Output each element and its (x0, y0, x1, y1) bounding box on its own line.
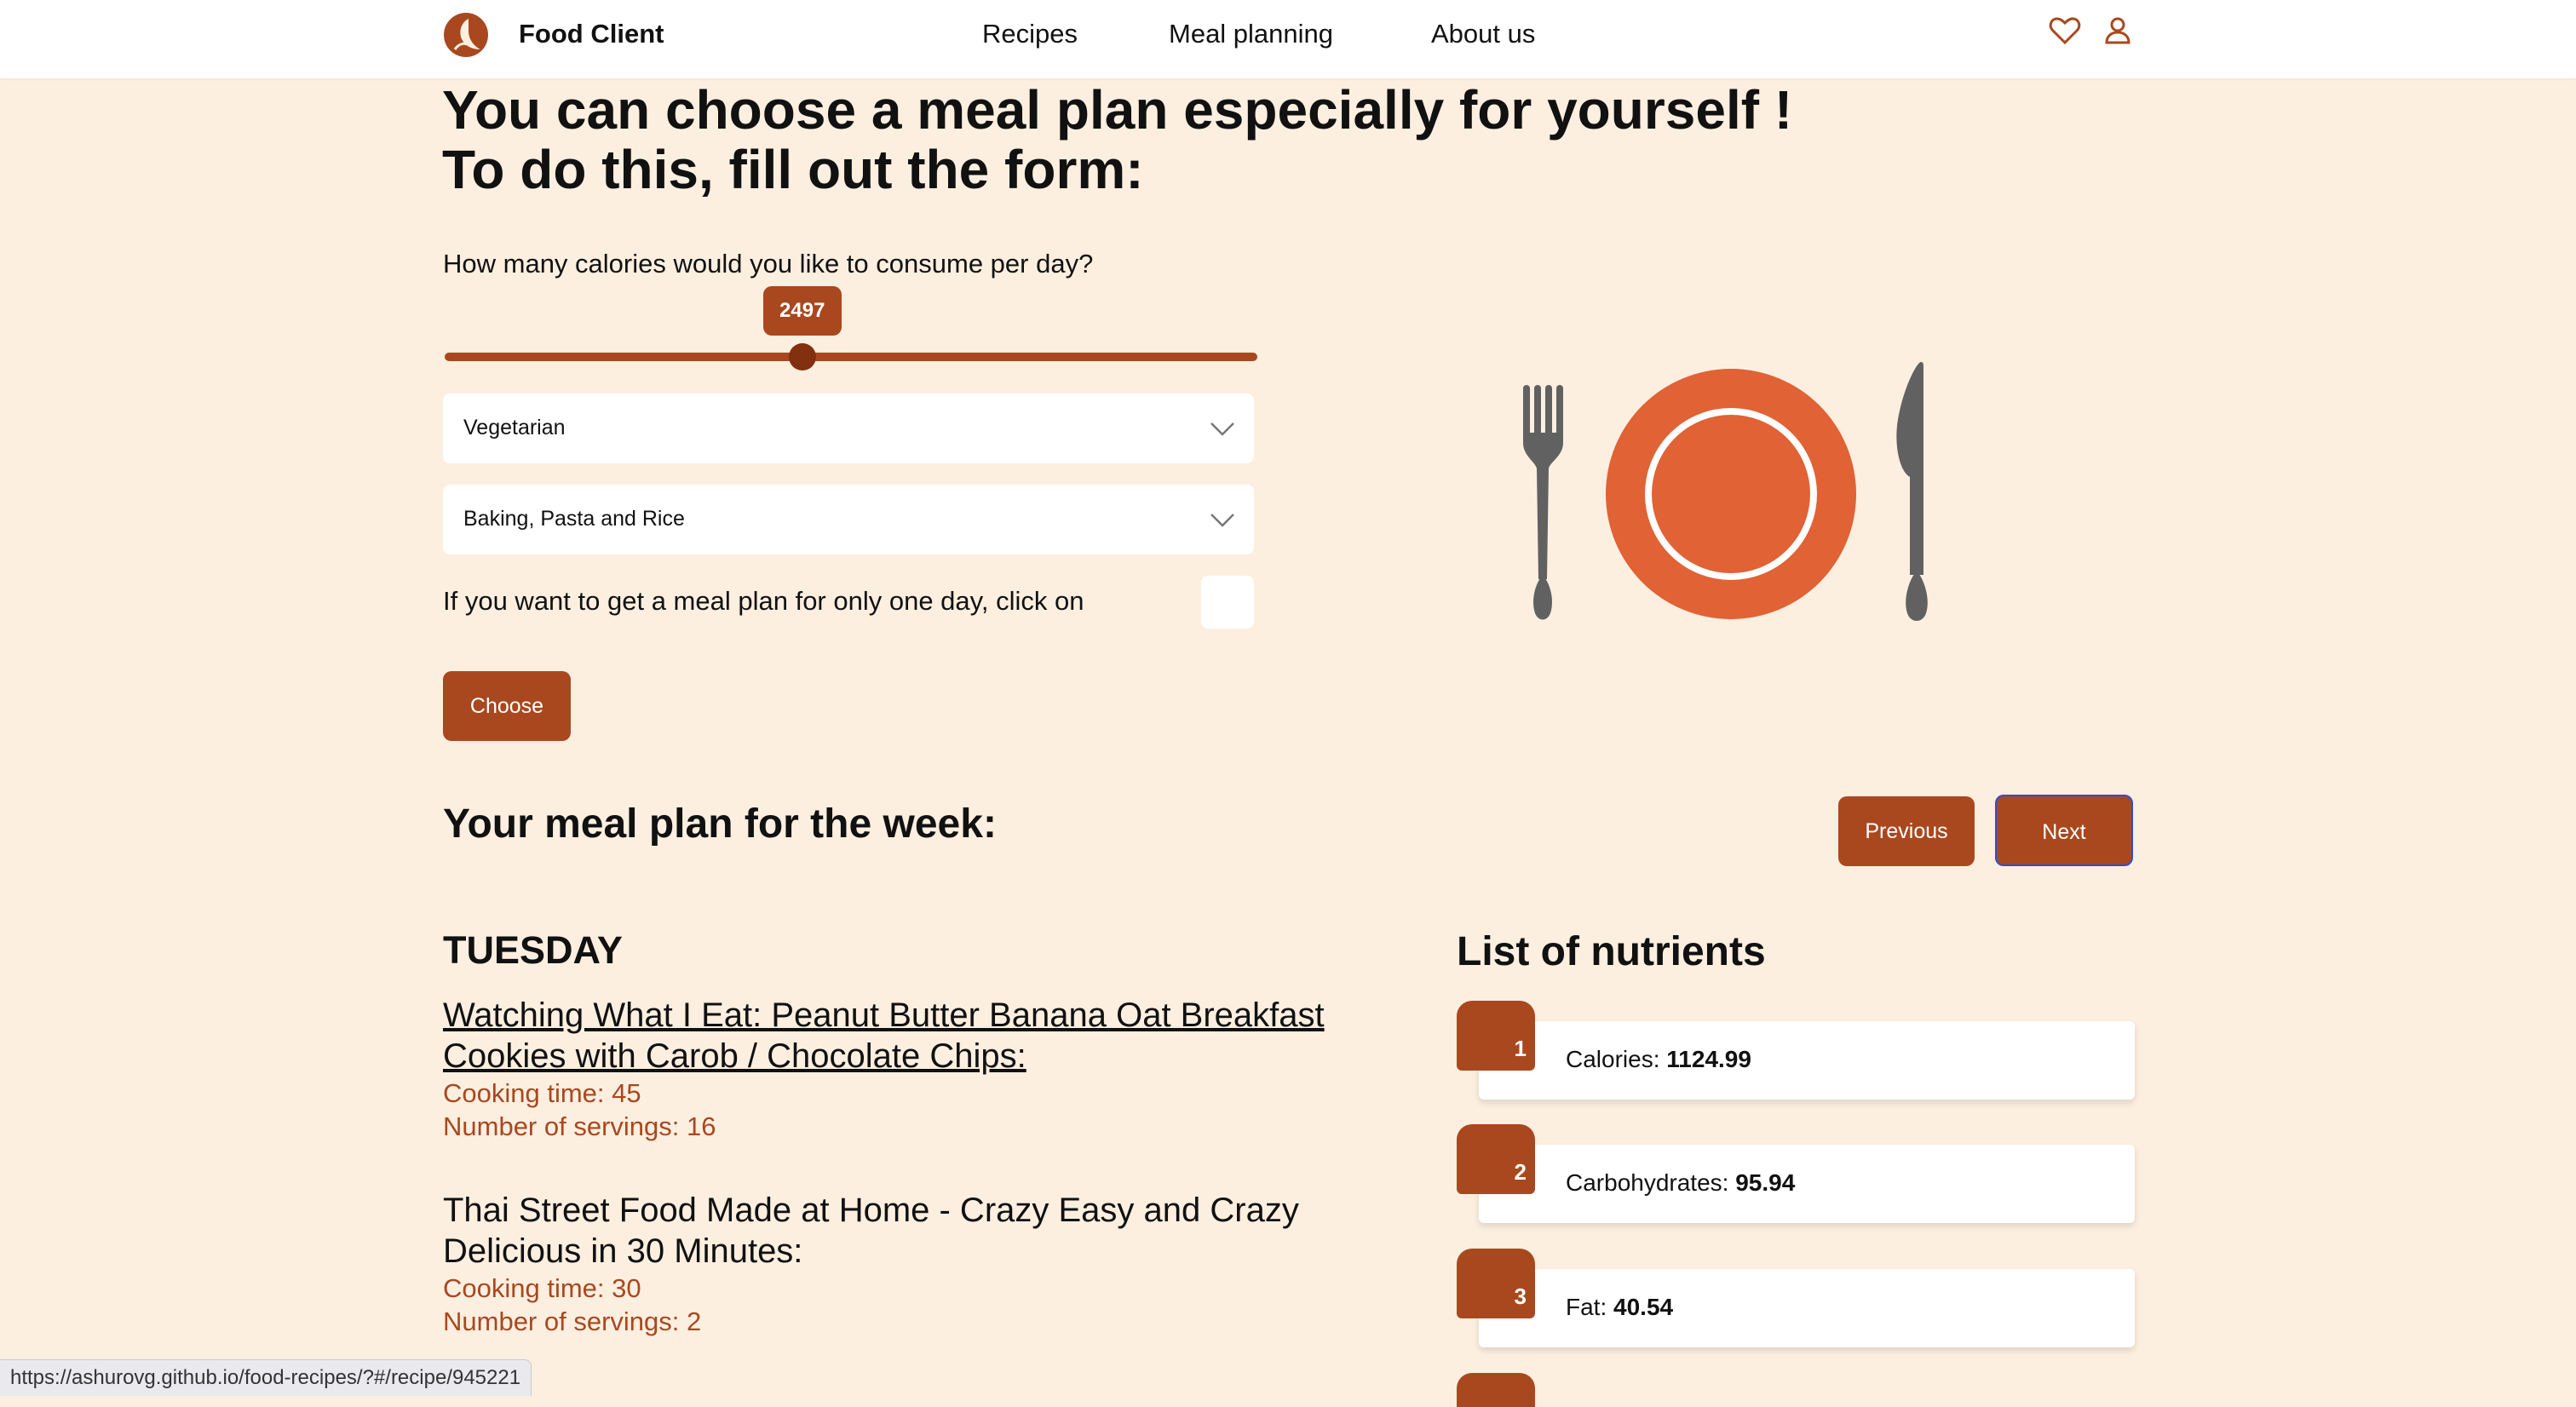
page-title: You can choose a meal plan especially fo… (442, 80, 1805, 199)
recipe-item: Watching What I Eat: Peanut Butter Banan… (443, 995, 1380, 1143)
nutrient-number-badge-partial (1457, 1373, 1535, 1407)
chevron-down-icon (1210, 514, 1234, 527)
diet-select-value: Vegetarian (463, 416, 566, 439)
plate-icon (1606, 369, 1856, 619)
recipe-title[interactable]: Thai Street Food Made at Home - Crazy Ea… (443, 1190, 1380, 1272)
category-select-value: Baking, Pasta and Rice (463, 507, 685, 531)
nav-meal-planning[interactable]: Meal planning (1169, 19, 1333, 49)
previous-button[interactable]: Previous (1838, 796, 1975, 866)
recipe-title-line-2[interactable]: Cookies with Carob / Chocolate Chips: (443, 1037, 1026, 1075)
chevron-down-icon (1210, 422, 1234, 436)
one-day-checkbox[interactable] (1201, 576, 1254, 629)
cooking-time: Cooking time: 30 (443, 1273, 641, 1303)
status-bar-url: https://ashurovg.github.io/food-recipes/… (0, 1359, 532, 1396)
nutrient-text: Calories: 1124.99 (1566, 1046, 1751, 1073)
recipe-title-line-1[interactable]: Thai Street Food Made at Home - Crazy Ea… (443, 1192, 1299, 1229)
nutrient-item: 2 Carbohydrates: 95.94 (1457, 1124, 2136, 1223)
nutrient-value: 40.54 (1613, 1294, 1674, 1320)
recipe-title-line-1[interactable]: Watching What I Eat: Peanut Butter Banan… (443, 996, 1325, 1034)
nav-about-us[interactable]: About us (1431, 19, 1535, 49)
choose-button[interactable]: Choose (443, 671, 571, 741)
servings: Number of servings: 16 (443, 1111, 716, 1141)
recipe-title-link[interactable]: Watching What I Eat: Peanut Butter Banan… (443, 995, 1380, 1077)
cooking-time: Cooking time: 45 (443, 1078, 641, 1108)
nutrient-text: Fat: 40.54 (1566, 1294, 1673, 1321)
heart-icon[interactable] (2048, 14, 2082, 48)
nutrient-text: Carbohydrates: 95.94 (1566, 1169, 1795, 1197)
fork-icon (1523, 385, 1563, 620)
nutrient-item: 1 Calories: 1124.99 (1457, 1001, 2136, 1100)
day-title: TUESDAY (443, 928, 623, 972)
recipe-title-line-2[interactable]: Delicious in 30 Minutes: (443, 1232, 802, 1270)
one-day-label: If you want to get a meal plan for only … (443, 586, 1084, 616)
user-icon[interactable] (2101, 14, 2135, 48)
calories-slider-track[interactable] (445, 353, 1257, 361)
app-logo-icon[interactable] (443, 12, 489, 58)
meal-plan-title: Your meal plan for the week: (443, 801, 997, 847)
nutrient-label: Fat: (1566, 1294, 1607, 1320)
page-title-line-2: To do this, fill out the form: (442, 139, 1144, 200)
diet-select[interactable]: Vegetarian (443, 393, 1254, 463)
nutrient-number: 1 (1514, 1036, 1527, 1061)
app-name[interactable]: Food Client (519, 19, 664, 49)
page-title-line-1: You can choose a meal plan especially fo… (442, 79, 1793, 141)
nutrient-label: Carbohydrates: (1566, 1169, 1729, 1196)
nutrient-label: Calories: (1566, 1046, 1660, 1072)
calories-question: How many calories would you like to cons… (443, 249, 1094, 279)
nutrient-value: 95.94 (1735, 1169, 1796, 1196)
servings: Number of servings: 2 (443, 1306, 702, 1336)
nutrients-title: List of nutrients (1457, 929, 1766, 974)
top-navbar: Food Client Recipes Meal planning About … (0, 0, 2576, 78)
nutrient-number-badge: 1 (1457, 1001, 1535, 1071)
plate-cutlery-illustration (1523, 362, 1928, 621)
nutrient-number-badge: 3 (1457, 1249, 1535, 1318)
nutrient-number: 2 (1514, 1159, 1527, 1185)
calories-slider-thumb[interactable] (788, 343, 816, 370)
nutrient-number-badge: 2 (1457, 1124, 1535, 1194)
calories-value-tooltip: 2497 (762, 286, 842, 336)
nav-recipes[interactable]: Recipes (982, 19, 1078, 49)
nutrient-item: 3 Fat: 40.54 (1457, 1249, 2136, 1347)
nutrient-number: 3 (1514, 1284, 1527, 1309)
category-select[interactable]: Baking, Pasta and Rice (443, 485, 1254, 554)
recipe-item: Thai Street Food Made at Home - Crazy Ea… (443, 1190, 1380, 1338)
knife-icon (1896, 362, 1928, 621)
nutrient-value: 1124.99 (1666, 1046, 1751, 1072)
next-button[interactable]: Next (1995, 795, 2133, 866)
